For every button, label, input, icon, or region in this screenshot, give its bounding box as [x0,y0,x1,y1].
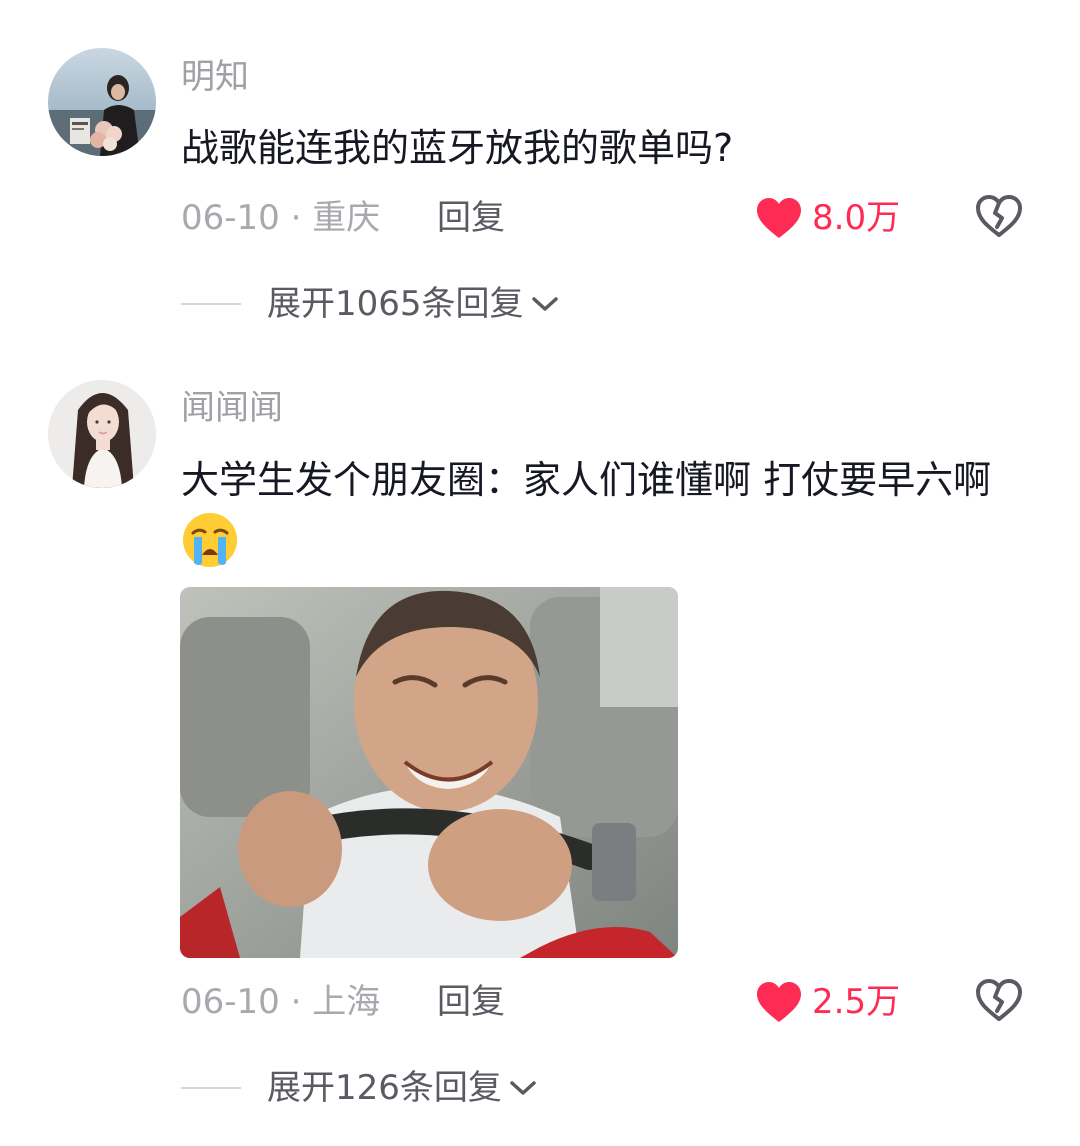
comment-text-content: 大学生发个朋友圈：家人们谁懂啊 打仗要早六啊 [181,458,992,502]
crying-driver-photo [180,587,678,958]
chevron-down-icon [510,1081,536,1095]
username[interactable]: 明知 [181,57,249,97]
divider-line [181,303,241,305]
like-count: 8.0万 [812,198,901,238]
chevron-down-icon [531,297,558,311]
comment-meta: 06-10 · 重庆 [181,198,381,238]
broken-heart-icon [976,979,1022,1021]
username[interactable]: 闻闻闻 [181,388,283,428]
like-count: 2.5万 [812,982,901,1022]
divider-line [181,1087,241,1089]
heart-icon [757,982,801,1022]
comment-image[interactable] [180,587,678,958]
expand-replies-label: 展开1065条回复 [267,284,524,324]
avatar-image [48,380,156,488]
avatar-image [48,48,156,156]
expand-replies[interactable]: 展开126条回复 [181,1066,538,1110]
like-button[interactable]: 8.0万 [756,196,900,240]
like-button[interactable]: 2.5万 [756,980,900,1024]
avatar[interactable] [48,48,156,156]
comment-item: 明知 战歌能连我的蓝牙放我的歌单吗? 06-10 · 重庆 回复 8.0万 展开… [0,0,1080,350]
heart-icon [757,198,801,238]
crying-face-emoji-icon [181,511,239,569]
broken-heart-icon [976,195,1022,237]
reply-button[interactable]: 回复 [437,982,505,1022]
comment-meta: 06-10 · 上海 [181,982,381,1022]
comment-text: 战歌能连我的蓝牙放我的歌单吗? [181,126,734,170]
avatar[interactable] [48,380,156,488]
comment-text: 大学生发个朋友圈：家人们谁懂啊 打仗要早六啊 [181,449,1001,577]
dislike-button[interactable] [975,193,1023,241]
reply-button[interactable]: 回复 [437,198,505,238]
expand-replies-label: 展开126条回复 [267,1068,502,1108]
dislike-button[interactable] [975,977,1023,1025]
expand-replies[interactable]: 展开1065条回复 [181,282,560,326]
